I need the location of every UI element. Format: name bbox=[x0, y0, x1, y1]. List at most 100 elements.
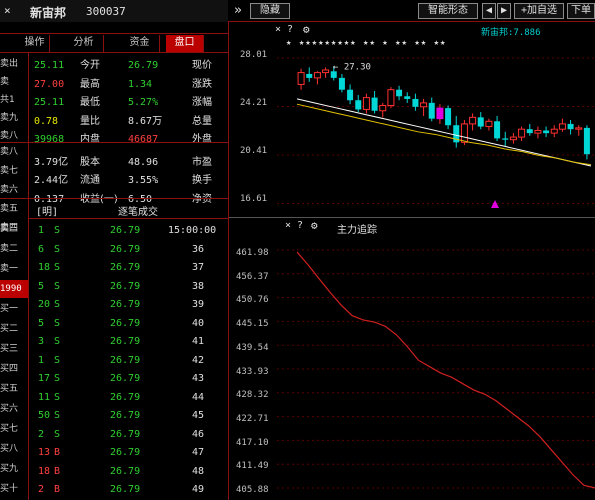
fold-icon[interactable]: » bbox=[234, 3, 242, 18]
flow-close-icon[interactable]: × bbox=[285, 220, 291, 231]
quote-value-right: 0.78 bbox=[34, 115, 59, 127]
tick-direction: B bbox=[54, 484, 61, 495]
nav-left-icon[interactable]: ◀ bbox=[482, 3, 496, 19]
tick-row: 18 S 26.79 37 bbox=[28, 259, 228, 277]
side-label: 买一 bbox=[0, 304, 19, 314]
flow-axis-label: 433.93 bbox=[236, 366, 269, 377]
tick-row: 17 S 26.79 43 bbox=[28, 370, 228, 388]
side-label: 买十 bbox=[0, 484, 19, 494]
quote-value-left: 3.55% bbox=[128, 175, 159, 186]
candle-body bbox=[460, 123, 468, 143]
tick-direction: S bbox=[54, 299, 61, 310]
tick-direction: S bbox=[54, 428, 61, 440]
candle-body bbox=[445, 108, 452, 126]
flow-chart[interactable] bbox=[229, 238, 595, 500]
close-icon[interactable]: × bbox=[4, 4, 11, 17]
ticks-detail-button[interactable]: [明] bbox=[36, 203, 58, 218]
flow-axis-label: 461.98 bbox=[236, 248, 269, 258]
add-watchlist-button[interactable]: +加自选 bbox=[514, 3, 564, 19]
candle-body bbox=[485, 120, 493, 128]
signal-dots: ★ ★★★★★★★★★ ★★ ★ ★★ ★★ ★★ bbox=[286, 38, 447, 48]
tick-time: 41 bbox=[192, 336, 205, 347]
candle-body bbox=[518, 128, 526, 138]
tick-direction: B bbox=[54, 465, 61, 477]
candle-body bbox=[371, 97, 378, 111]
nav-right-icon[interactable]: ▶ bbox=[497, 3, 511, 19]
kline-help-icon[interactable]: ? bbox=[287, 24, 293, 35]
candle-body bbox=[396, 89, 403, 97]
tick-row: 2 S 26.79 46 bbox=[28, 426, 228, 444]
tick-direction: B bbox=[54, 447, 61, 458]
tick-row: 13 B 26.79 47 bbox=[28, 444, 228, 462]
smart-pattern-button[interactable]: 智能形态 bbox=[418, 3, 478, 19]
quote-value-right: 25.11 bbox=[34, 97, 65, 108]
quote-label-right: 量比 bbox=[80, 115, 100, 127]
tick-price: 26.79 bbox=[110, 484, 141, 495]
tick-direction: S bbox=[54, 336, 61, 347]
candle-body bbox=[420, 102, 428, 108]
kline-axis-label: 24.21 bbox=[240, 98, 268, 108]
quote-value-right: 3.79亿 bbox=[34, 156, 69, 168]
tick-price: 26.79 bbox=[110, 373, 141, 384]
candle-body bbox=[575, 127, 583, 130]
flow-axis-label: 450.76 bbox=[236, 295, 269, 306]
quote-value-right: 2.44亿 bbox=[34, 175, 69, 186]
tick-volume: 1 bbox=[38, 225, 45, 236]
trade-button[interactable]: 下单 bbox=[567, 3, 595, 19]
tick-volume: 11 bbox=[38, 391, 51, 403]
stock-code: 300037 bbox=[86, 5, 126, 18]
tick-price: 26.79 bbox=[110, 410, 141, 421]
quote-value-right: 25.11 bbox=[34, 60, 65, 71]
hide-button[interactable]: 隐藏 bbox=[250, 3, 290, 19]
tick-volume: 2 bbox=[38, 484, 45, 495]
tick-price: 26.79 bbox=[110, 428, 141, 440]
tab-funds[interactable]: 资金 bbox=[120, 35, 160, 52]
tab-analysis[interactable]: 分析 bbox=[64, 35, 104, 52]
quote-label-left: 换手 bbox=[192, 175, 212, 186]
flow-help-icon[interactable]: ? bbox=[297, 220, 303, 231]
quote-value-right: 39968 bbox=[34, 134, 65, 145]
flow-axis-label: 456.37 bbox=[236, 271, 269, 282]
quote-value-left: 48.96 bbox=[128, 156, 159, 168]
candle-body bbox=[404, 96, 411, 99]
tab-operation[interactable]: 操作 bbox=[20, 35, 50, 52]
candle-body bbox=[550, 128, 558, 134]
tick-time: 46 bbox=[192, 428, 205, 440]
tick-price: 26.79 bbox=[110, 317, 141, 329]
tick-price: 26.79 bbox=[110, 280, 141, 292]
quote-label-right: 最高 bbox=[80, 78, 100, 90]
candle-body bbox=[297, 72, 305, 85]
kline-axis-label: 20.41 bbox=[240, 146, 268, 156]
quote-row: 2.44亿 流通 3.55% 换手 bbox=[0, 171, 228, 191]
toolbar: 新宙邦 300037 » 隐藏 智能形态 ◀ ▶ +加自选 下单 × bbox=[0, 0, 595, 22]
candle-body bbox=[502, 138, 509, 140]
tick-volume: 1 bbox=[38, 354, 45, 366]
quote-label-right: 内盘 bbox=[80, 134, 100, 145]
tab-orderbook[interactable]: 盘口 bbox=[166, 35, 204, 52]
kline-close-icon[interactable]: × bbox=[275, 24, 281, 35]
tick-volume: 13 bbox=[38, 447, 51, 458]
tick-row: 18 B 26.79 48 bbox=[28, 463, 228, 481]
tick-price: 26.79 bbox=[110, 391, 141, 403]
tick-price: 26.79 bbox=[110, 299, 141, 310]
kline-gear-icon[interactable]: ⚙ bbox=[303, 23, 310, 36]
kline-chart[interactable]: ← 27.30 bbox=[229, 50, 595, 216]
tick-volume: 17 bbox=[38, 373, 51, 384]
side-label: 买七 bbox=[0, 424, 19, 434]
tick-time: 48 bbox=[192, 465, 205, 477]
candle-body bbox=[469, 116, 477, 125]
tick-price: 26.79 bbox=[110, 262, 141, 273]
tick-direction: S bbox=[54, 225, 61, 236]
tick-direction: S bbox=[54, 280, 61, 292]
tick-price: 26.79 bbox=[110, 243, 141, 255]
flow-axis-label: 445.15 bbox=[236, 319, 269, 330]
tick-direction: S bbox=[54, 243, 61, 255]
tick-direction: S bbox=[54, 354, 61, 366]
tick-volume: 18 bbox=[38, 262, 51, 273]
quote-label-right: 最低 bbox=[80, 97, 100, 108]
quote-value-left: 46687 bbox=[128, 134, 159, 145]
side-label: 1990 bbox=[0, 280, 28, 298]
candle-body bbox=[379, 105, 387, 112]
flow-gear-icon[interactable]: ⚙ bbox=[311, 219, 318, 232]
tick-row: 1 S 26.79 42 bbox=[28, 352, 228, 370]
